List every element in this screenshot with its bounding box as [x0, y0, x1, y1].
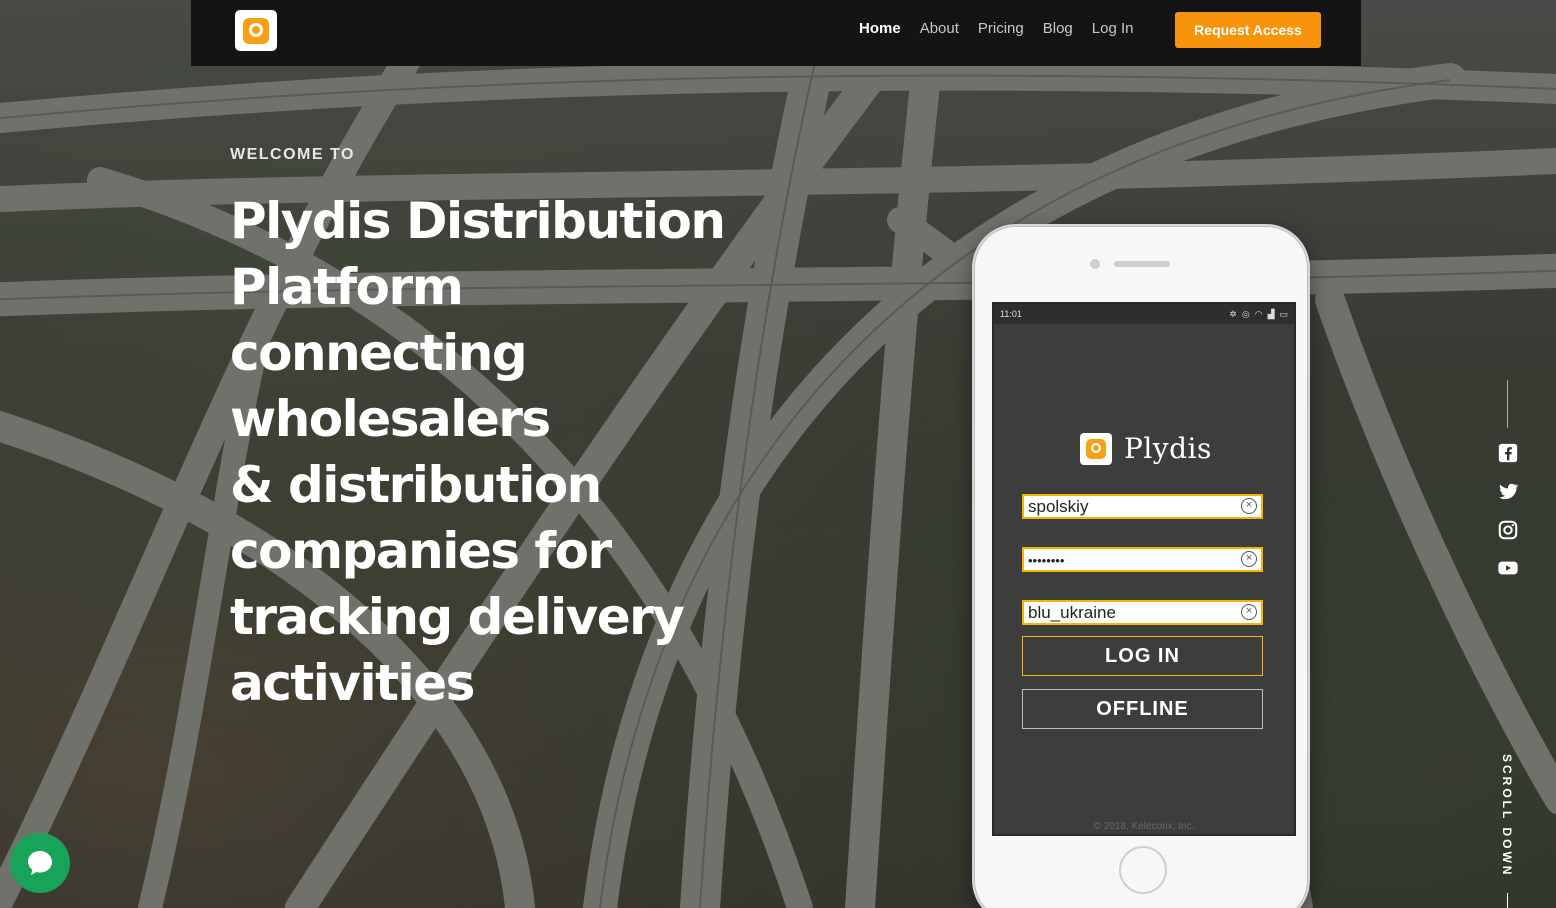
plydis-logo[interactable] [235, 10, 277, 51]
rail-divider [1507, 893, 1508, 908]
app-brand: Plydis [1080, 432, 1212, 465]
clear-icon[interactable]: × [1241, 551, 1257, 567]
chat-widget-button[interactable] [10, 833, 70, 893]
password-value: •••••••• [1028, 553, 1065, 568]
clear-icon[interactable]: × [1241, 498, 1257, 514]
company-value: blu_ukraine [1028, 603, 1116, 622]
headline-line: wholesalers [230, 390, 551, 448]
phone-mockup: 11:01 ✲ ◎ ◠ ▟ ▭ Plydis spolskiy × ••••••… [972, 224, 1310, 908]
settings-icon: ✲ [1229, 308, 1237, 319]
headline-line: activities [230, 654, 475, 712]
instagram-icon[interactable] [1497, 519, 1519, 541]
request-access-button[interactable]: Request Access [1175, 12, 1321, 48]
nav-login-link[interactable]: Log In [1092, 19, 1134, 39]
rail-divider [1507, 380, 1508, 428]
alarm-icon: ◎ [1241, 308, 1250, 319]
phone-screen: 11:01 ✲ ◎ ◠ ▟ ▭ Plydis spolskiy × ••••••… [992, 302, 1296, 836]
signal-icon: ▟ [1267, 308, 1275, 319]
app-logo-icon [1080, 432, 1112, 465]
username-value: spolskiy [1028, 497, 1089, 516]
app-name: Plydis [1124, 432, 1212, 465]
headline-line: & distribution [230, 456, 602, 514]
headline-line: companies for [230, 522, 612, 580]
phone-camera [1090, 259, 1100, 269]
wifi-icon: ◠ [1254, 308, 1263, 319]
nav-home-link[interactable]: Home [859, 19, 901, 39]
app-copyright: © 2018, Kelecorix, Inc. [1093, 821, 1195, 832]
facebook-icon[interactable] [1497, 442, 1519, 464]
site-header: Home About Pricing Blog Log In Request A… [191, 0, 1361, 66]
battery-icon: ▭ [1279, 308, 1288, 319]
headline-line: tracking delivery [230, 588, 685, 646]
clear-icon[interactable]: × [1241, 604, 1257, 620]
app-login-button[interactable]: LOG IN [1022, 636, 1263, 676]
status-bar: 11:01 ✲ ◎ ◠ ▟ ▭ [994, 304, 1294, 324]
headline-line: Platform [230, 258, 464, 316]
hero-eyebrow: WELCOME TO [230, 146, 355, 163]
username-field[interactable]: spolskiy × [1022, 494, 1263, 519]
headline-line: Plydis Distribution [230, 192, 726, 250]
chat-bubble-icon [28, 851, 52, 875]
nav-pricing-link[interactable]: Pricing [978, 19, 1024, 39]
status-icons: ✲ ◎ ◠ ▟ ▭ [1229, 309, 1288, 320]
youtube-icon[interactable] [1497, 557, 1519, 579]
password-field[interactable]: •••••••• × [1022, 547, 1263, 572]
hero-headline: Plydis Distribution Platform connecting … [230, 188, 730, 716]
app-offline-button[interactable]: OFFLINE [1022, 689, 1263, 729]
twitter-icon[interactable] [1497, 480, 1519, 502]
company-field[interactable]: blu_ukraine × [1022, 600, 1263, 625]
main-nav: Home About Pricing Blog Log In [859, 19, 1153, 39]
nav-about-link[interactable]: About [920, 19, 959, 39]
phone-home-button [1119, 846, 1167, 894]
status-time: 11:01 [1000, 309, 1022, 319]
nav-blog-link[interactable]: Blog [1043, 19, 1073, 39]
scroll-down-label[interactable]: SCROLL DOWN [1500, 754, 1514, 877]
phone-speaker [1114, 261, 1170, 267]
headline-line: connecting [230, 324, 528, 382]
